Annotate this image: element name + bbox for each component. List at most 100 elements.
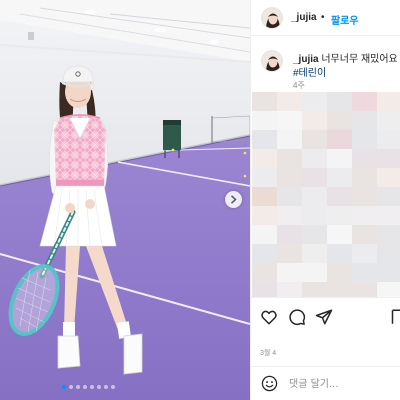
mosaic-block [327, 244, 352, 263]
mosaic-block [302, 187, 327, 206]
mosaic-block [302, 168, 327, 187]
mosaic-block [302, 206, 327, 225]
mosaic-block [327, 282, 352, 297]
mosaic-block [252, 282, 277, 297]
mosaic-block [377, 244, 400, 263]
mosaic-block [377, 187, 400, 206]
heart-icon[interactable] [260, 308, 278, 326]
avatar-image [262, 8, 282, 28]
hashtag-link[interactable]: #테린이 [293, 64, 326, 79]
mosaic-block [352, 187, 377, 206]
mosaic-block [277, 206, 302, 225]
mosaic-block [352, 168, 377, 187]
header-separator: • [321, 12, 325, 23]
mosaic-block [327, 149, 352, 168]
mosaic-block [302, 130, 327, 149]
mosaic-block [277, 111, 302, 130]
carousel-dot [111, 385, 115, 389]
follow-button[interactable]: 팔로우 [331, 12, 359, 27]
mosaic-block [327, 130, 352, 149]
mosaic-block [352, 92, 377, 111]
mosaic-block [252, 206, 277, 225]
comment-icon[interactable] [288, 308, 306, 326]
post-side-panel: _jujia • 팔로우 _jujia 너무너무 재밌어요 ㅎ #테린이 4주 [250, 0, 400, 400]
action-bar [251, 297, 400, 339]
caption: _jujia 너무너무 재밌어요 ㅎ [293, 50, 400, 65]
mosaic-block [277, 149, 302, 168]
avatar[interactable] [261, 7, 283, 29]
mosaic-block [352, 130, 377, 149]
avatar-image [262, 51, 282, 71]
mosaic-block [377, 130, 400, 149]
carousel-dot [90, 385, 94, 389]
mosaic-block [352, 225, 377, 244]
carousel-dot [69, 385, 73, 389]
mosaic-block [327, 206, 352, 225]
caption-text: 너무너무 재밌어요 ㅎ [321, 54, 400, 65]
mosaic-block [302, 225, 327, 244]
mosaic-block [277, 168, 302, 187]
mosaic-block [252, 263, 277, 282]
header-username[interactable]: _jujia [291, 12, 317, 23]
carousel-dot [83, 385, 87, 389]
mosaic-block [352, 244, 377, 263]
mosaic-block [252, 168, 277, 187]
mosaic-block [252, 149, 277, 168]
mosaic-block [377, 282, 400, 297]
paper-plane-icon[interactable] [315, 308, 333, 326]
mosaic-block [352, 111, 377, 130]
mosaic-block [377, 149, 400, 168]
caption-time: 4주 [293, 81, 305, 90]
mosaic-block [277, 225, 302, 244]
mosaic-block [277, 282, 302, 297]
mosaic-block [302, 244, 327, 263]
comment-bar [251, 366, 400, 400]
mosaic-block [327, 168, 352, 187]
mosaic-block [277, 244, 302, 263]
mosaic-block [352, 206, 377, 225]
mosaic-block [327, 263, 352, 282]
post-photo[interactable] [0, 0, 250, 400]
mosaic-block [252, 225, 277, 244]
mosaic-block [377, 225, 400, 244]
mosaic-block [327, 111, 352, 130]
mosaic-block [352, 263, 377, 282]
mosaic-block [252, 111, 277, 130]
smiley-icon[interactable] [261, 375, 278, 392]
mosaic-block [302, 149, 327, 168]
mosaic-block [302, 282, 327, 297]
mosaic-block [327, 187, 352, 206]
mosaic-block [252, 130, 277, 149]
mosaic-block [327, 225, 352, 244]
carousel-indicator [62, 385, 115, 389]
chevron-right-icon [230, 195, 237, 204]
mosaic-block [352, 282, 377, 297]
mosaic-block [252, 244, 277, 263]
likes-count: 3월 4 [260, 350, 277, 357]
mosaic-block [327, 92, 352, 111]
mosaic-block [302, 263, 327, 282]
mosaic-block [352, 149, 377, 168]
carousel-dot [104, 385, 108, 389]
next-slide-button[interactable] [225, 191, 242, 208]
caption-avatar[interactable] [261, 50, 283, 72]
mosaic-block [277, 92, 302, 111]
mosaic-block [252, 92, 277, 111]
mosaic-block [302, 111, 327, 130]
mosaic-block [377, 168, 400, 187]
blurred-comments [252, 92, 400, 297]
mosaic-block [252, 187, 277, 206]
mosaic-block [277, 130, 302, 149]
mosaic-block [377, 263, 400, 282]
mosaic-block [377, 111, 400, 130]
mosaic-block [302, 92, 327, 111]
bookmark-icon[interactable] [391, 308, 400, 326]
mosaic-block [277, 263, 302, 282]
comment-input[interactable] [289, 376, 397, 392]
post-header: _jujia • 팔로우 [251, 0, 400, 36]
mosaic-block [277, 187, 302, 206]
pixelated-mosaic [252, 92, 400, 297]
carousel-dot [97, 385, 101, 389]
carousel-dot [62, 385, 66, 389]
mosaic-block [377, 92, 400, 111]
